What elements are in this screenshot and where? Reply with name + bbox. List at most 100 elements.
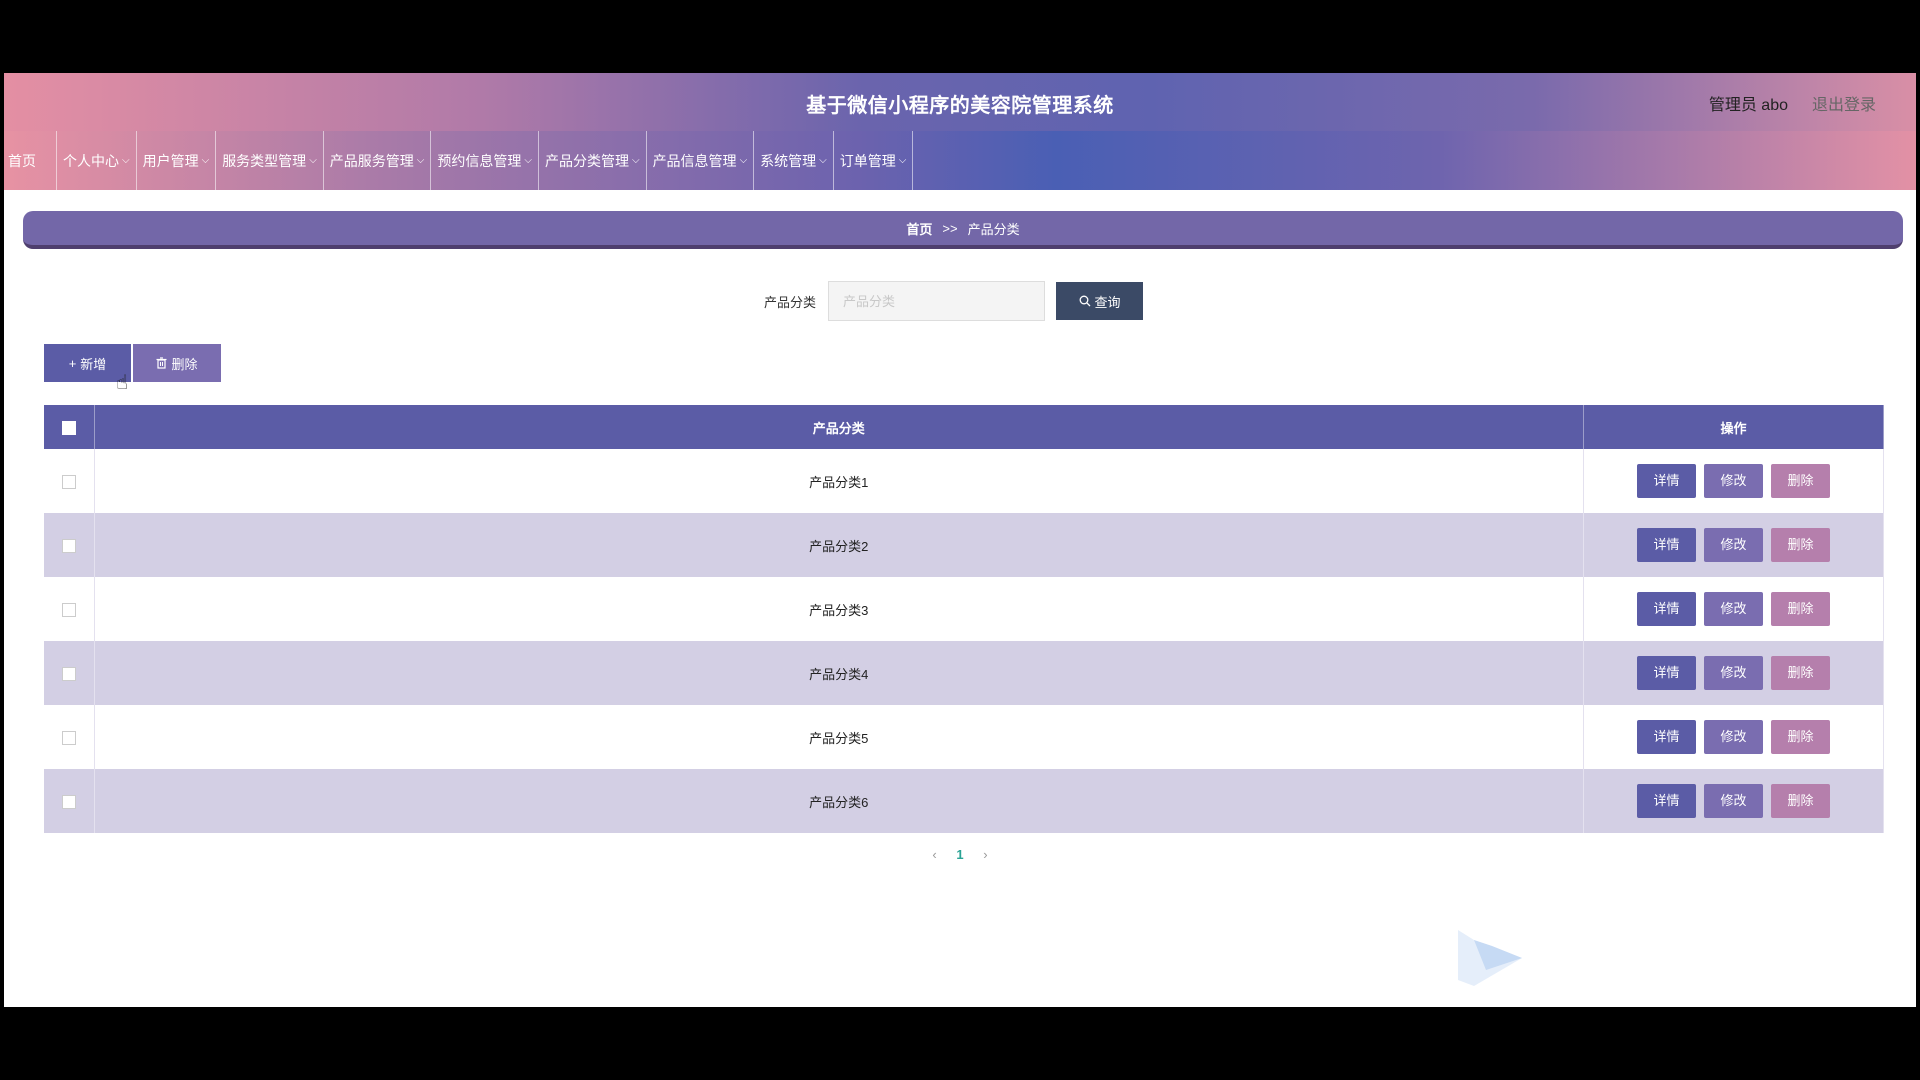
watermark-logo-icon bbox=[1458, 930, 1522, 986]
batch-delete-button[interactable]: 删除 bbox=[133, 344, 221, 382]
nav-item-label: 预约信息管理 bbox=[437, 152, 522, 169]
delete-button[interactable]: 删除 bbox=[1771, 592, 1830, 626]
breadcrumb-home[interactable]: 首页 bbox=[906, 219, 932, 238]
detail-button[interactable]: 详情 bbox=[1637, 464, 1696, 498]
delete-button[interactable]: 删除 bbox=[1771, 720, 1830, 754]
category-name: 产品分类2 bbox=[94, 513, 1584, 577]
search-label: 产品分类 bbox=[764, 294, 817, 310]
edit-button[interactable]: 修改 bbox=[1704, 720, 1763, 754]
detail-button[interactable]: 详情 bbox=[1637, 784, 1696, 818]
category-name: 产品分类3 bbox=[94, 577, 1584, 641]
select-all-checkbox[interactable] bbox=[61, 420, 76, 435]
edit-button[interactable]: 修改 bbox=[1704, 592, 1763, 626]
header: 基于微信小程序的美容院管理系统 管理员 abo 退出登录 bbox=[4, 73, 1916, 131]
nav-item-label: 服务类型管理 bbox=[222, 152, 307, 169]
table-body: 产品分类1 详情 修改 删除 产品分类2 详情 修改 删除 产品分类3 详情 修改 删除 产品分类4 详情… bbox=[44, 449, 1884, 833]
table-row: 产品分类6 详情 修改 删除 bbox=[44, 769, 1884, 833]
current-user: 管理员 abo bbox=[1708, 97, 1788, 114]
row-check-cell bbox=[44, 769, 95, 833]
nav-item-0[interactable]: 首页 bbox=[4, 131, 57, 190]
edit-button[interactable]: 修改 bbox=[1704, 784, 1763, 818]
search-input[interactable] bbox=[828, 281, 1046, 321]
select-all-cell bbox=[44, 405, 95, 449]
chevron-down-icon: ⌵ bbox=[122, 155, 130, 166]
query-button[interactable]: 查询 bbox=[1056, 282, 1144, 320]
nav-item-label: 产品信息管理 bbox=[652, 152, 737, 169]
nav-item-label: 系统管理 bbox=[760, 152, 817, 169]
nav-item-8[interactable]: 系统管理 ⌵ bbox=[754, 131, 834, 190]
row-checkbox[interactable] bbox=[61, 730, 76, 745]
row-checkbox[interactable] bbox=[61, 666, 76, 681]
row-check-cell bbox=[44, 449, 95, 513]
search-bar: 产品分类 查询 bbox=[764, 281, 1144, 321]
search-icon bbox=[1079, 295, 1090, 307]
action-bar: + 新增 删除 bbox=[44, 344, 221, 382]
column-header-name: 产品分类 bbox=[94, 405, 1584, 449]
detail-button[interactable]: 详情 bbox=[1637, 656, 1696, 690]
delete-button[interactable]: 删除 bbox=[1771, 784, 1830, 818]
nav-item-2[interactable]: 用户管理 ⌵ bbox=[137, 131, 217, 190]
plus-icon: + bbox=[68, 355, 77, 371]
detail-button[interactable]: 详情 bbox=[1637, 592, 1696, 626]
nav-item-4[interactable]: 产品服务管理 ⌵ bbox=[324, 131, 432, 190]
query-button-label: 查询 bbox=[1094, 294, 1121, 310]
table-header-row: 产品分类 操作 bbox=[44, 405, 1884, 449]
table-row: 产品分类1 详情 修改 删除 bbox=[44, 449, 1884, 513]
column-header-ops: 操作 bbox=[1583, 405, 1884, 449]
logout-link[interactable]: 退出登录 bbox=[1812, 91, 1876, 115]
table-row: 产品分类5 详情 修改 删除 bbox=[44, 705, 1884, 769]
row-checkbox[interactable] bbox=[61, 602, 76, 617]
trash-icon bbox=[156, 357, 167, 369]
row-check-cell bbox=[44, 641, 95, 705]
app-window: 基于微信小程序的美容院管理系统 管理员 abo 退出登录 首页 个人中心 ⌵ 用户管理… bbox=[4, 73, 1916, 1007]
edit-button[interactable]: 修改 bbox=[1704, 656, 1763, 690]
nav-item-3[interactable]: 服务类型管理 ⌵ bbox=[216, 131, 324, 190]
row-actions: 详情 修改 删除 bbox=[1583, 449, 1884, 513]
prev-page-icon[interactable]: ‹ bbox=[932, 847, 936, 862]
main-nav: 首页 个人中心 ⌵ 用户管理 ⌵ 服务类型管理 ⌵ 产品服务管理 ⌵ 预约信息管理 ⌵ 产品分类管理 ⌵… bbox=[4, 131, 1916, 190]
nav-item-label: 订单管理 bbox=[839, 152, 896, 169]
delete-button[interactable]: 删除 bbox=[1771, 656, 1830, 690]
chevron-down-icon: ⌵ bbox=[739, 155, 748, 166]
delete-button[interactable]: 删除 bbox=[1771, 528, 1830, 562]
breadcrumb: 首页 >> 产品分类 bbox=[23, 211, 1903, 249]
next-page-icon[interactable]: › bbox=[983, 847, 987, 862]
chevron-down-icon: ⌵ bbox=[416, 155, 425, 166]
chevron-down-icon: ⌵ bbox=[819, 155, 827, 166]
row-check-cell bbox=[44, 513, 95, 577]
row-checkbox[interactable] bbox=[61, 794, 76, 809]
nav-item-7[interactable]: 产品信息管理 ⌵ bbox=[647, 131, 755, 190]
edit-button[interactable]: 修改 bbox=[1704, 464, 1763, 498]
chevron-down-icon: ⌵ bbox=[309, 155, 317, 166]
row-check-cell bbox=[44, 705, 95, 769]
category-name: 产品分类6 bbox=[94, 769, 1584, 833]
row-checkbox[interactable] bbox=[61, 538, 76, 553]
nav-item-label: 产品分类管理 bbox=[544, 152, 629, 169]
nav-item-1[interactable]: 个人中心 ⌵ bbox=[57, 131, 137, 190]
nav-item-6[interactable]: 产品分类管理 ⌵ bbox=[539, 131, 647, 190]
pagination: ‹ 1 › bbox=[4, 847, 1916, 862]
row-actions: 详情 修改 删除 bbox=[1583, 577, 1884, 641]
category-table: 产品分类 操作 产品分类1 详情 修改 删除 产品分类2 详情 修改 删除 产品分类3 详情 修改删… bbox=[44, 405, 1884, 833]
category-name: 产品分类1 bbox=[94, 449, 1584, 513]
chevron-down-icon: ⌵ bbox=[201, 155, 210, 166]
breadcrumb-current: 产品分类 bbox=[967, 221, 1020, 237]
add-button-label: 新增 bbox=[80, 356, 107, 372]
breadcrumb-separator: >> bbox=[942, 220, 958, 236]
nav-item-label: 用户管理 bbox=[142, 152, 199, 169]
batch-delete-label: 删除 bbox=[171, 356, 198, 372]
nav-item-9[interactable]: 订单管理 ⌵ bbox=[834, 131, 914, 190]
nav-item-label: 个人中心 bbox=[63, 152, 119, 169]
nav-item-5[interactable]: 预约信息管理 ⌵ bbox=[431, 131, 539, 190]
detail-button[interactable]: 详情 bbox=[1637, 528, 1696, 562]
page-title: 基于微信小程序的美容院管理系统 bbox=[806, 95, 1114, 117]
edit-button[interactable]: 修改 bbox=[1704, 528, 1763, 562]
delete-button[interactable]: 删除 bbox=[1771, 464, 1830, 498]
row-actions: 详情 修改 删除 bbox=[1583, 641, 1884, 705]
row-checkbox[interactable] bbox=[61, 474, 76, 489]
detail-button[interactable]: 详情 bbox=[1637, 720, 1696, 754]
nav-item-label: 产品服务管理 bbox=[329, 152, 414, 169]
chevron-down-icon: ⌵ bbox=[524, 155, 532, 166]
page-number[interactable]: 1 bbox=[956, 847, 963, 862]
row-actions: 详情 修改 删除 bbox=[1583, 513, 1884, 577]
